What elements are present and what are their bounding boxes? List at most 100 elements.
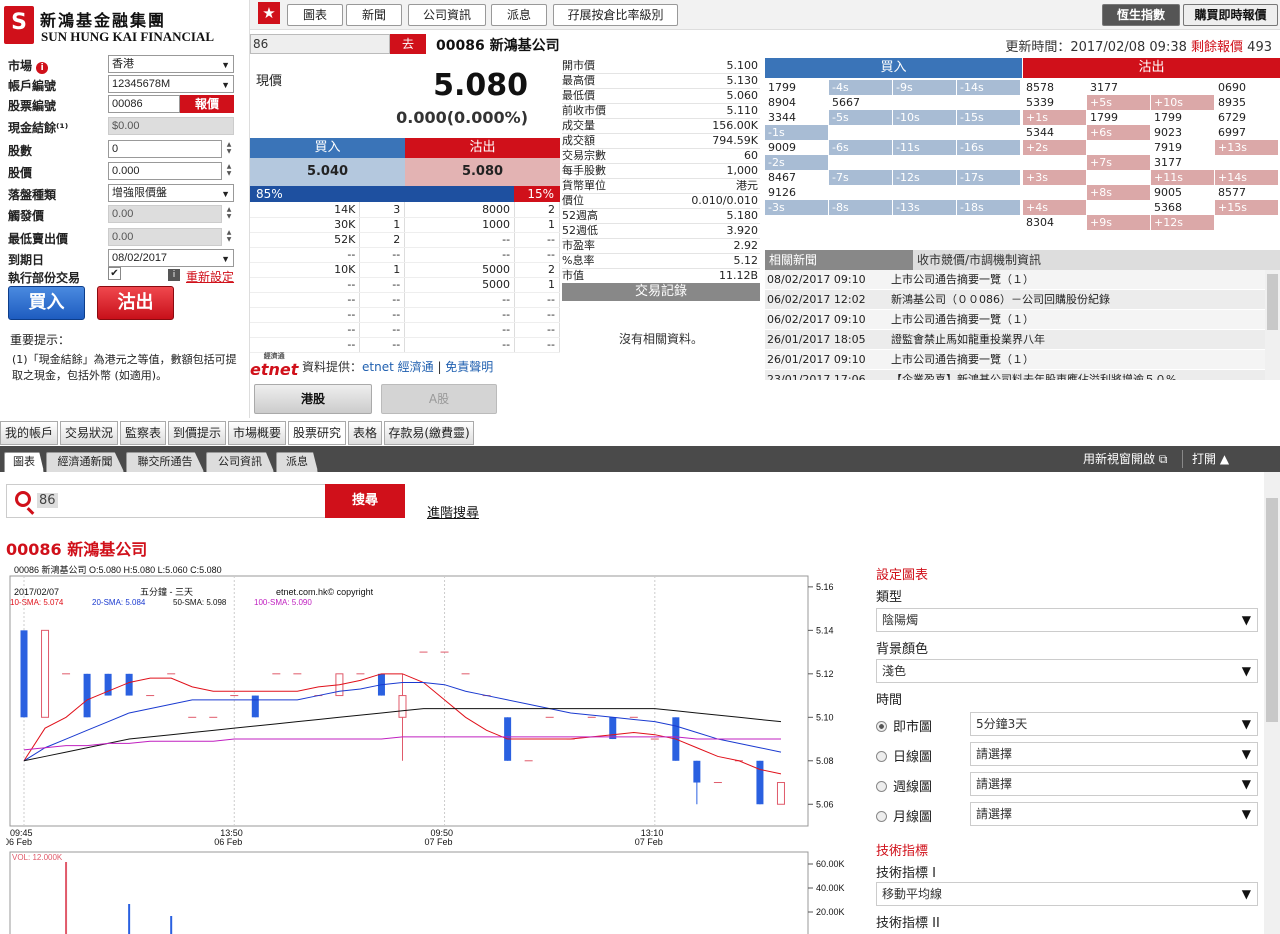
broker-sell-cell: [1215, 215, 1278, 230]
go-button[interactable]: 去: [390, 34, 426, 54]
stat-label: 市盈率: [562, 238, 640, 254]
stat-row: 市盈率 2.92: [562, 238, 760, 254]
min-sell-stepper[interactable]: ▲ ▼: [224, 229, 234, 243]
depth-row: -- -- -- --: [250, 292, 560, 308]
subtab-company-info[interactable]: 公司資訊: [206, 452, 274, 472]
chart-search-input[interactable]: 86: [37, 493, 58, 508]
price-stepper[interactable]: ▲ ▼: [224, 163, 234, 177]
page-scrollbar[interactable]: [1264, 472, 1280, 934]
stock-code-input[interactable]: 00086: [108, 95, 180, 113]
tab-dividend[interactable]: 派息: [491, 4, 547, 26]
broker-buy-cell: -7s: [829, 170, 892, 185]
help-icon[interactable]: i: [168, 269, 180, 281]
tab-deposit[interactable]: 存款易(繳費靈): [384, 421, 474, 445]
tab-trade-status[interactable]: 交易狀況: [60, 421, 118, 445]
buy-button[interactable]: 買入: [8, 286, 85, 320]
news-item[interactable]: 06/02/2017 09:10 上市公司通告摘要一覽（１）: [765, 310, 1265, 330]
stat-value: 2.92: [639, 238, 760, 254]
price-input[interactable]: 0.000: [108, 162, 222, 180]
chart-search-box[interactable]: 86: [6, 484, 326, 518]
min-sell-input[interactable]: 0.00: [108, 228, 222, 246]
time-radio[interactable]: 日線圖: [876, 746, 932, 765]
notes-title: 重要提示：: [10, 333, 71, 347]
buy-realtime-quote-button[interactable]: 購買即時報價: [1183, 4, 1278, 26]
bg-color-select[interactable]: 淺色: [876, 659, 1258, 683]
reset-link[interactable]: 重新設定: [186, 268, 234, 285]
quote-button[interactable]: 報價: [180, 95, 234, 113]
qty-input[interactable]: 0: [108, 140, 222, 158]
tab-my-account[interactable]: 我的帳戶: [0, 421, 58, 445]
tab-watchlist[interactable]: 監察表: [120, 421, 166, 445]
chart-search-button[interactable]: 搜尋: [325, 484, 405, 518]
news-item[interactable]: 08/02/2017 09:10 上市公司通告摘要一覽（１）: [765, 270, 1265, 290]
time-radio[interactable]: 週線圖: [876, 776, 932, 795]
time-select[interactable]: 請選擇: [970, 802, 1258, 826]
radio-circle[interactable]: [876, 811, 887, 822]
etnet-link[interactable]: etnet 經濟通: [362, 360, 434, 374]
broker-sell-cell: +6s: [1087, 125, 1150, 140]
info-icon[interactable]: i: [36, 62, 49, 74]
tab-a-shares[interactable]: A股: [381, 384, 497, 414]
news-item[interactable]: 26/01/2017 18:05 證監會禁止馬如龍重投業界八年: [765, 330, 1265, 350]
sell-button[interactable]: 沽出: [97, 286, 174, 320]
open-new-window-link[interactable]: 用新視窗開啟 ⧉: [1083, 450, 1167, 468]
qty-stepper[interactable]: ▲ ▼: [224, 141, 234, 155]
tab-company-info[interactable]: 公司資訊: [408, 4, 486, 26]
tab-chart[interactable]: 圖表: [287, 4, 343, 26]
news-item[interactable]: 23/01/2017 17:06 【企業盈喜】新鴻基公司料去年股東應佔溢利將增逾５…: [765, 370, 1265, 380]
radio-circle[interactable]: [876, 781, 887, 792]
favorite-star-icon[interactable]: ★: [258, 2, 280, 24]
tab-price-alert[interactable]: 到價提示: [168, 421, 226, 445]
time-radio[interactable]: 月線圖: [876, 806, 932, 825]
vol-tick-label: 40.00K: [816, 883, 845, 893]
hsi-button[interactable]: 恆生指數: [1102, 4, 1180, 26]
quote-search-input[interactable]: 86: [250, 34, 390, 54]
time-select[interactable]: 請選擇: [970, 742, 1258, 766]
broker-sell-cell: [1023, 155, 1086, 170]
advanced-search-link[interactable]: 進階搜尋: [427, 502, 479, 521]
radio-circle[interactable]: [876, 721, 887, 732]
cash-value: $0.00: [108, 117, 234, 135]
tab-margin-ratio[interactable]: 孖展按倉比率級別: [553, 4, 678, 26]
time-select[interactable]: 5分鐘3天: [970, 712, 1258, 736]
market-select[interactable]: 香港: [108, 55, 234, 73]
order-type-select[interactable]: 增強限價盤: [108, 184, 234, 202]
data-provider: 經濟通 etnet 資料提供：etnet 經濟通 | 免責聲明: [250, 352, 560, 382]
depth-row: -- -- -- --: [250, 322, 560, 338]
news-item[interactable]: 26/01/2017 09:10 上市公司通告摘要一覽（１）: [765, 350, 1265, 370]
tab-market-overview[interactable]: 市場概要: [228, 421, 286, 445]
tab-stock-research[interactable]: 股票研究: [288, 421, 346, 445]
depth-cell: --: [359, 292, 406, 308]
toggle-panel-button[interactable]: 打開 ▲: [1192, 450, 1229, 468]
tech1-select[interactable]: 移動平均線: [876, 882, 1258, 906]
account-select[interactable]: 12345678M: [108, 75, 234, 93]
tab-closing-auction-info[interactable]: 收市競價/市調機制資訊: [913, 250, 1280, 270]
expiry-select[interactable]: 08/02/2017: [108, 249, 234, 267]
chart-type-select[interactable]: 陰陽燭: [876, 608, 1258, 632]
tab-news[interactable]: 新聞: [346, 4, 402, 26]
time-radio[interactable]: 即市圖: [876, 716, 932, 735]
time-select[interactable]: 請選擇: [970, 772, 1258, 796]
news-scrollbar[interactable]: [1265, 270, 1280, 380]
disclaimer-link[interactable]: 免責聲明: [445, 360, 493, 374]
news-date: 23/01/2017 17:06: [767, 373, 866, 380]
tab-related-news[interactable]: 相關新聞: [765, 250, 913, 270]
radio-circle[interactable]: [876, 751, 887, 762]
broker-sell-cell: [1215, 155, 1278, 170]
tab-hk-stocks[interactable]: 港股: [254, 384, 372, 414]
depth-cell: --: [250, 307, 361, 323]
subtab-chart[interactable]: 圖表: [4, 452, 44, 472]
subtab-dividend[interactable]: 派息: [276, 452, 318, 472]
brand-name-en: SUN HUNG KAI FINANCIAL: [41, 29, 214, 44]
trigger-stepper[interactable]: ▲ ▼: [224, 206, 234, 220]
broker-sell-header: 沽出: [1023, 58, 1280, 78]
tab-forms[interactable]: 表格: [348, 421, 382, 445]
tech-title: 技術指標: [876, 844, 929, 859]
news-item[interactable]: 06/02/2017 12:02 新鴻基公司（００086）－公司回購股份紀錄: [765, 290, 1265, 310]
subtab-etnet-news[interactable]: 經濟通新聞: [46, 452, 124, 472]
subtab-hkex-notice[interactable]: 聯交所通告: [126, 452, 204, 472]
stock-row: 股票編號 00086 報價: [8, 95, 236, 115]
trigger-input[interactable]: 0.00: [108, 205, 222, 223]
stat-row: 開市價 5.100: [562, 58, 760, 74]
partial-checkbox[interactable]: ✔: [108, 267, 121, 280]
